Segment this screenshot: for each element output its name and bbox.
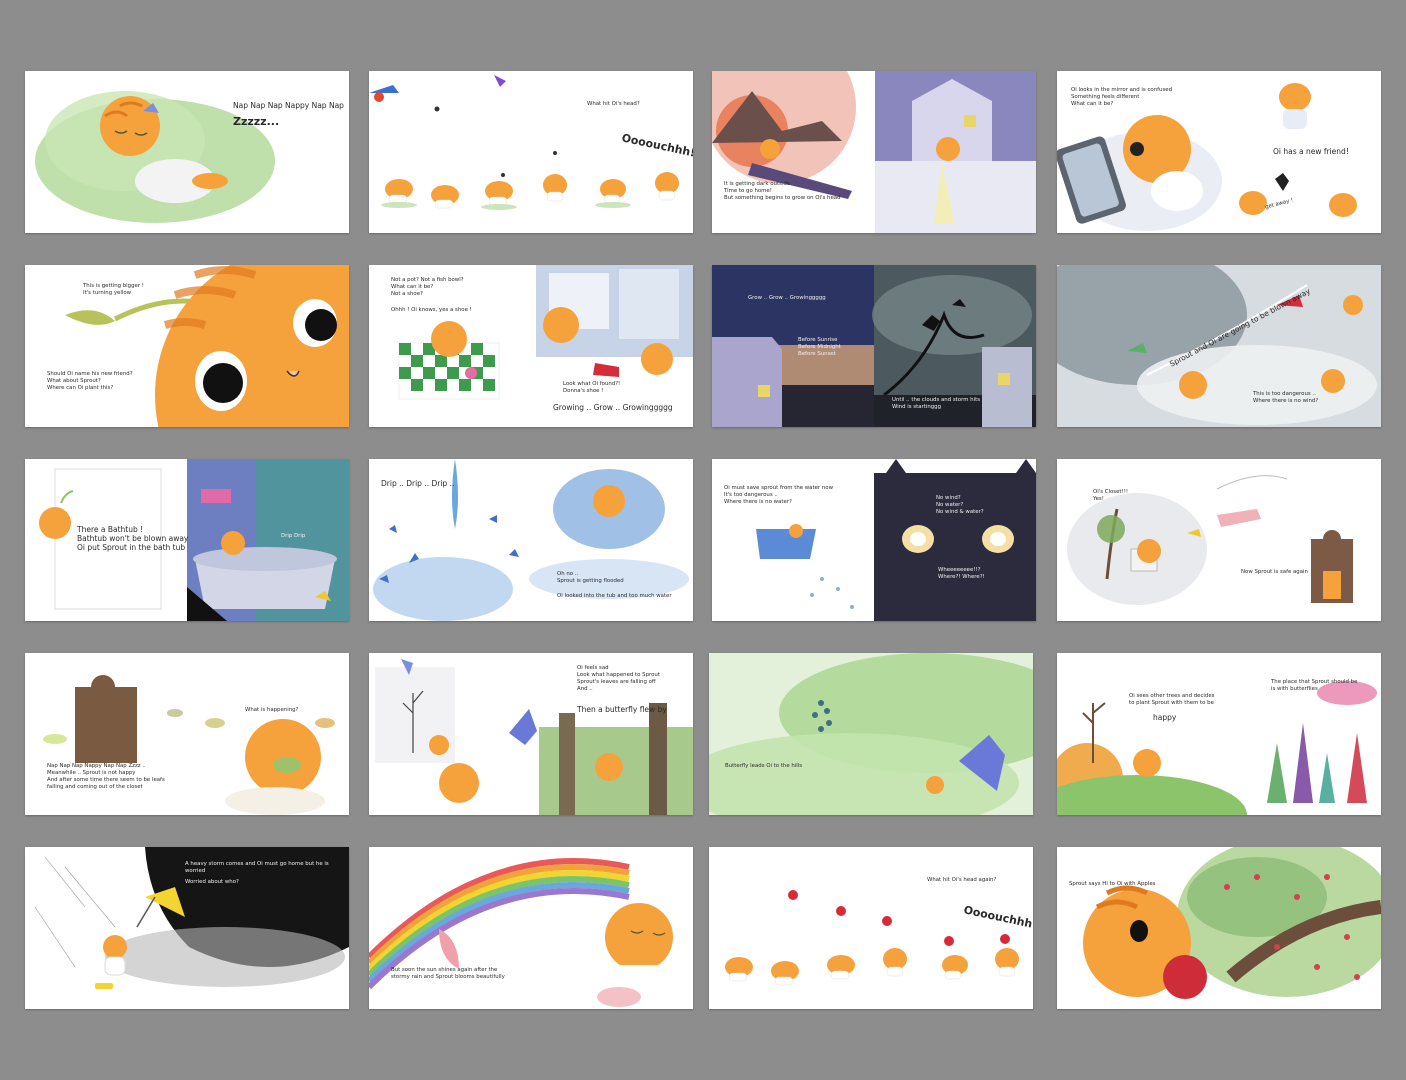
story-text: This is getting bigger ! It's turning ye… [83,283,144,296]
illustration-closet-safe [1067,475,1353,605]
story-text: Worried about who? [185,879,239,885]
illustration-bathtub-and-dark-closet [756,459,1036,621]
spread-17[interactable]: A heavy storm comes and Oi must go home … [25,847,349,1009]
story-text: happy [1153,713,1177,722]
spread-6[interactable]: Not a pot? Not a fish bowl? What can it … [369,265,693,427]
story-text: Oi looked into the tub and too much wate… [557,593,672,599]
story-text: Oi's Closet!!! Yes! [1093,489,1129,502]
spread-11[interactable]: Oi must save sprout from the water now I… [712,459,1036,621]
story-text: Until .. the clouds and storm hits Wind … [892,397,981,410]
story-text: Should Oi name his new friend? What abou… [47,371,133,391]
story-text: It is getting dark outside Time to go ho… [724,181,841,201]
illustration-falling-seeds [369,75,679,210]
story-text: Oi looks in the mirror and is confused S… [1071,87,1172,107]
story-text: What hit Oi's head? [587,101,640,107]
spread-13[interactable]: What is happening? Nap Nap Nap Nappy Nap… [25,653,349,815]
story-text: Butterfly leads Oi to the hills [725,763,803,769]
story-text: Grow .. Grow .. Growinggggg [748,295,826,301]
story-text: Oi has a new friend! [1273,147,1349,156]
story-text: Oi feels sad Look what happened to Sprou… [577,665,660,692]
spread-7[interactable]: Grow .. Grow .. Growinggggg Before Sunri… [712,265,1036,427]
story-text: What hit Oi's head again? [927,877,997,883]
spread-9[interactable]: There a Bathtub ! Bathtub won't be blown… [25,459,349,621]
illustration-green-hills [709,653,1033,815]
illustration-night-and-storm [712,265,1036,427]
story-text: Look what Oi found?! Donna's shoe ! [563,381,621,394]
illustration-rainbow-bloom [369,858,675,1009]
illustration-sunset-and-house [712,71,1036,233]
spread-1[interactable]: Nap Nap Nap Nappy Nap Nap Zzzzz... [25,71,349,233]
illustration-falling-apples [725,890,1019,986]
story-text: Zzzzz... [233,115,280,128]
story-text: There a Bathtub ! Bathtub won't be blown… [77,525,189,552]
spread-8[interactable]: Sprout and Oi are going to be blown away… [1057,265,1381,427]
illustration-apple-tree [1083,847,1381,999]
story-text: Oi sees other trees and decides to plant… [1129,693,1215,706]
story-text: Nap Nap Nap Nappy Nap Nap Zzzz .. Meanwh… [47,763,165,790]
story-text: Before Sunrise Before Midnight Before Su… [798,337,841,357]
spread-18[interactable]: But soon the sun shines again after the … [369,847,693,1009]
story-text: Drip .. Drip .. Drip .. [381,479,455,488]
story-text: Wheeeeeeee!!? Where?! Where?! [938,567,985,580]
spread-15[interactable]: Butterfly leads Oi to the hills [709,653,1033,815]
story-text: Ohhh ! Oi knows, yes a shoe ! [391,307,472,313]
spread-16[interactable]: Oi sees other trees and decides to plant… [1057,653,1381,815]
spread-5[interactable]: This is getting bigger ! It's turning ye… [25,265,349,427]
story-text: The place that Sprout should be is with … [1271,679,1358,692]
illustration-sleeping-cat [35,91,275,223]
story-text: No wind? No water? No wind & water? [936,495,984,515]
story-text: Drip Drip [281,533,306,539]
story-text: Oh no .. Sprout is getting flooded [557,571,624,584]
story-text: Nap Nap Nap Nappy Nap Nap [233,101,344,110]
illustration-close-up-cat [65,265,349,427]
story-text: Not a pot? Not a fish bowl? What can it … [391,277,464,297]
spread-3[interactable]: It is getting dark outside Time to go ho… [712,71,1036,233]
spread-2[interactable]: What hit Oi's head? Oooouchhh! [369,71,693,233]
story-text: This is too dangerous .. Where there is … [1253,391,1319,404]
spread-4[interactable]: Oi looks in the mirror and is confused S… [1057,71,1381,233]
spread-14[interactable]: Oi feels sad Look what happened to Sprou… [369,653,693,815]
spread-10[interactable]: Drip .. Drip .. Drip .. Oh no .. Sprout … [369,459,693,621]
story-text: Now Sprout is safe again [1241,569,1308,575]
illustration-trees-with-butterflies [1057,681,1377,815]
spread-20[interactable]: Sprout says Hi to Oi with Apples [1057,847,1381,1009]
spread-12[interactable]: Oi's Closet!!! Yes! Now Sprout is safe a… [1057,459,1381,621]
story-text: Oi must save sprout from the water now I… [724,485,833,505]
story-text: A heavy storm comes and Oi must go home … [185,861,329,874]
story-text: But soon the sun shines again after the … [391,967,505,980]
spread-19[interactable]: What hit Oi's head again? Oooouchhh! [709,847,1033,1009]
story-text: Then a butterfly flew by [577,705,667,714]
story-text: Growing .. Grow .. Growinggggg [553,403,673,412]
story-text: What is happening? [245,707,299,713]
illustration-blown-away [1057,265,1381,427]
story-text: Sprout says Hi to Oi with Apples [1069,881,1156,887]
